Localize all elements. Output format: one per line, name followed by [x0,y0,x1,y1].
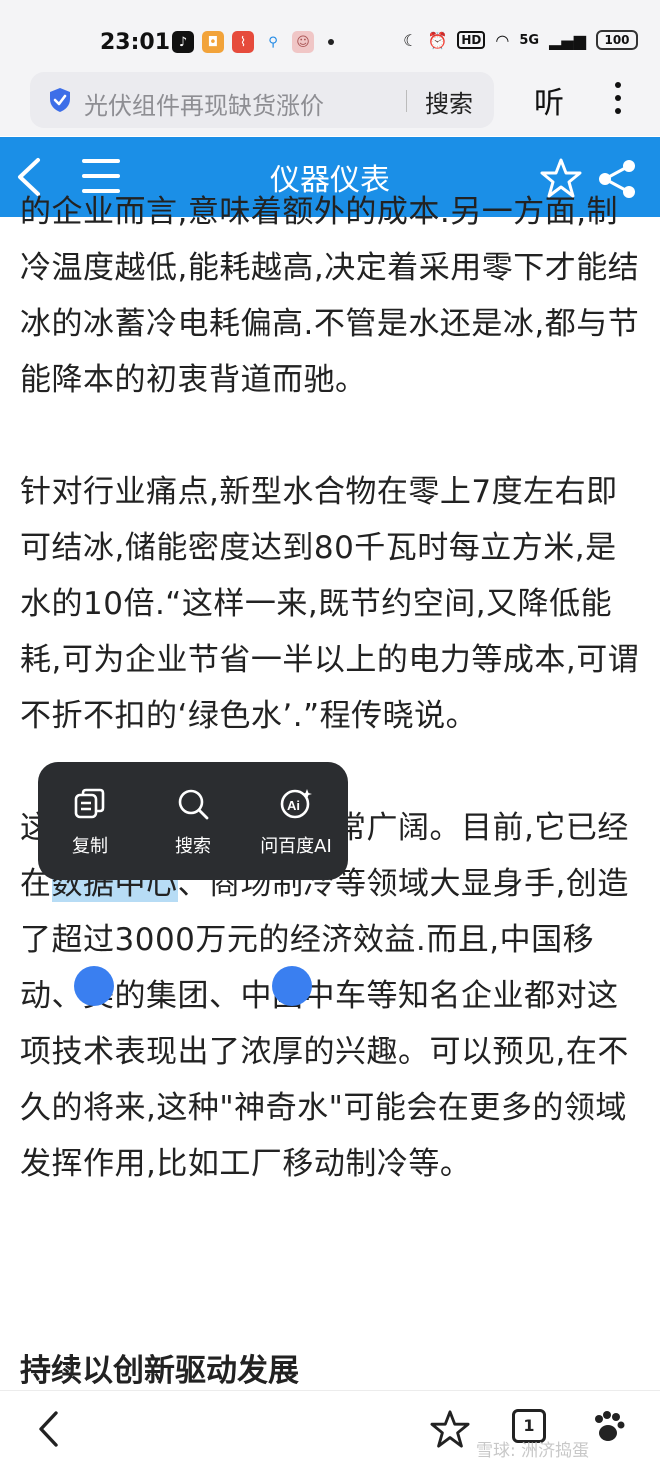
notification-icons: ♪ ◘ ⌇ ⚲ ☺ [172,31,334,53]
search-icon [178,789,209,820]
avatar-app-icon: ☺ [292,31,314,53]
stock-app-icon: ⌇ [232,31,254,53]
ai-icon: Ai [280,789,312,819]
search-input[interactable]: 光伏组件再现缺货涨价 [84,86,324,121]
tiktok-icon: ♪ [172,31,194,53]
signal-icon: ▂▄▆ [549,30,586,50]
moon-icon: ☾ [403,30,418,50]
search-divider [406,90,407,112]
copy-menu-item[interactable]: 复制 [40,786,140,858]
watermark: 雪球: 洲济捣蛋 [476,1441,590,1461]
search-menu-item[interactable]: 搜索 [143,786,243,858]
search-button[interactable]: 搜索 [425,84,473,119]
article-paragraph: 针对行业痛点,新型水合物在零上7度左右即可结冰,储能密度达到80千瓦时每立方米,… [20,474,640,734]
article-paragraph: 的企业而言,意味着额外的成本.另一方面,制冷温度越低,能耗越高,决定着采用零下才… [20,194,640,398]
selection-end-handle[interactable] [272,966,312,1006]
wifi-icon: ◠ [495,30,510,50]
more-notifications-dot [328,39,334,45]
status-time: 23:01 [100,30,171,55]
text-selection-menu: 复制 搜索 Ai 问百度AI [38,762,348,880]
battery-icon: 100 [596,30,638,50]
selection-start-handle[interactable] [74,966,114,1006]
more-options-icon[interactable] [606,82,630,118]
alarm-icon: ⏰ [427,30,448,50]
shield-icon [50,88,70,112]
search-bar[interactable]: 光伏组件再现缺货涨价 搜索 [30,72,494,128]
paragraph-text: 、商场制冷等领域大显身手,创造了超过3000万元的经济效益.而且,中国移动、美的… [20,866,629,1182]
app-icon: ◘ [202,31,224,53]
tab-count: 1 [523,1416,535,1435]
hd-icon: HD [457,31,486,49]
search-app-icon: ⚲ [268,34,278,50]
bookmark-star-icon[interactable] [430,1409,470,1449]
system-status: ☾ ⏰ HD ◠ 5G ▂▄▆ 100 [403,30,638,50]
network-label: 5G [519,32,540,48]
section-heading: 持续以创新驱动发展 [20,1353,299,1389]
svg-text:Ai: Ai [287,798,300,813]
copy-icon [74,788,105,819]
back-icon[interactable] [36,1409,62,1449]
article-body: 的企业而言,意味着额外的成本.另一方面,制冷温度越低,能耗越高,决定着采用零下才… [20,194,640,1192]
paw-icon[interactable] [590,1409,626,1445]
listen-button[interactable]: 听 [534,78,564,122]
ask-ai-menu-item[interactable]: Ai 问百度AI [246,786,346,858]
